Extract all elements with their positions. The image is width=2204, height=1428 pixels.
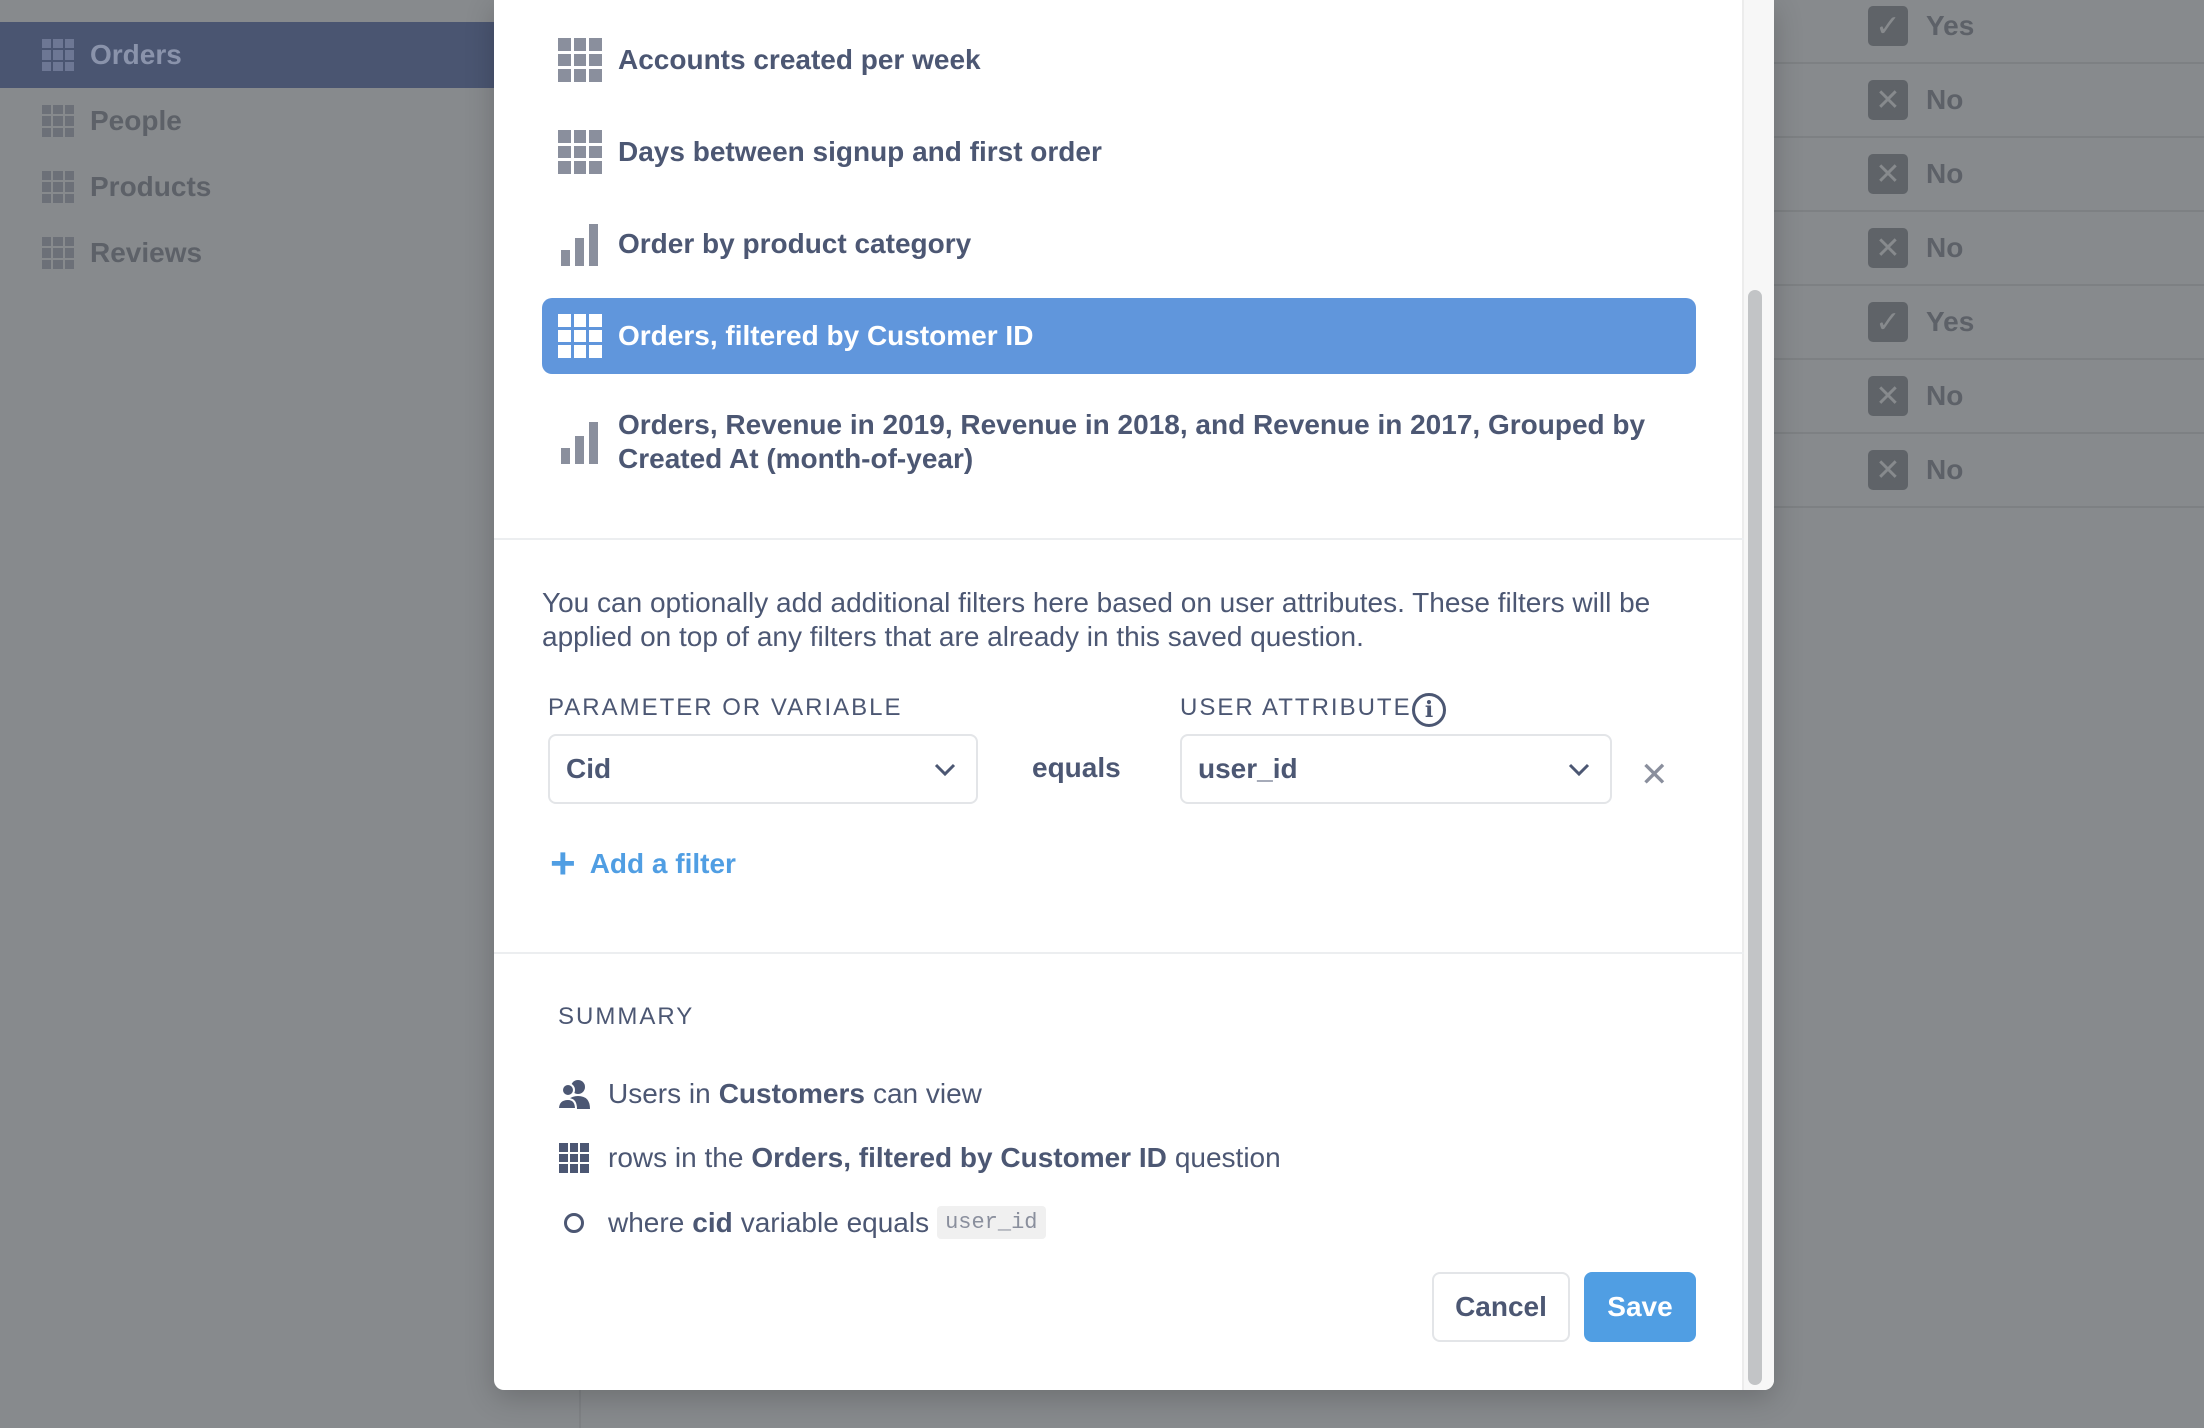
- table-icon: [42, 171, 74, 203]
- operator-label: equals: [1032, 752, 1121, 783]
- question-item-days-between[interactable]: Days between signup and first order: [542, 114, 1696, 190]
- summary-variable-name: cid: [692, 1206, 733, 1238]
- user-attribute-select[interactable]: user_id: [1180, 734, 1612, 804]
- sidebar-item-label: Products: [90, 171, 212, 202]
- table-row: ✓ Yes: [1774, 0, 2204, 64]
- question-label: Orders, filtered by Customer ID: [618, 320, 1034, 351]
- summary-question-name: Orders, filtered by Customer ID: [751, 1142, 1167, 1173]
- summary-attribute-code: user_id: [937, 1206, 1046, 1239]
- save-button[interactable]: Save: [1584, 1272, 1696, 1342]
- filters-description: You can optionally add additional filter…: [542, 587, 1651, 652]
- table-icon: [558, 1142, 590, 1174]
- divider: [494, 538, 1744, 540]
- summary-group-name: Customers: [718, 1078, 865, 1109]
- add-filter-button[interactable]: + Add a filter: [550, 839, 736, 888]
- summary-row-users: Users in Customers can view: [558, 1078, 982, 1110]
- plus-icon: +: [550, 839, 576, 888]
- row-value: No: [1926, 84, 1964, 115]
- divider: [494, 952, 1744, 954]
- summary-text: variable equals: [740, 1206, 930, 1238]
- table-icon: [42, 237, 74, 269]
- scrollbar-thumb[interactable]: [1748, 290, 1762, 1385]
- summary-text: can view: [872, 1078, 982, 1109]
- row-value: No: [1926, 380, 1964, 411]
- summary-text: Users in: [608, 1078, 711, 1109]
- summary-label: SUMMARY: [558, 1003, 695, 1030]
- sidebar-item-label: Reviews: [90, 237, 203, 268]
- bar-chart-icon: [558, 420, 602, 464]
- user-attribute-value: user_id: [1198, 753, 1298, 784]
- bar-chart-icon: [558, 222, 602, 266]
- question-label-line: Orders, Revenue in 2019, Revenue in 2018…: [618, 409, 1646, 440]
- x-mark-icon: ✕: [1868, 80, 1908, 120]
- chevron-down-icon: [934, 763, 956, 777]
- background-sidebar: Orders People Products Reviews: [0, 0, 494, 1428]
- row-value: Yes: [1926, 10, 1975, 41]
- table-row: ✕ No: [1774, 212, 2204, 286]
- table-icon: [42, 105, 74, 137]
- remove-filter-icon[interactable]: ✕: [1640, 758, 1669, 792]
- summary-row-question: rows in the Orders, filtered by Customer…: [558, 1142, 1281, 1174]
- sidebar-item-label: People: [90, 105, 182, 136]
- question-item-accounts-created[interactable]: Accounts created per week: [542, 22, 1696, 98]
- table-icon: [558, 38, 602, 82]
- user-attribute-label: USER ATTRIBUTE: [1180, 694, 1412, 721]
- add-filter-label: Add a filter: [589, 848, 736, 879]
- sidebar-item-people[interactable]: People: [0, 88, 494, 154]
- table-row: ✕ No: [1774, 360, 2204, 434]
- sandbox-modal: Accounts created per week Days between s…: [494, 0, 1774, 1390]
- question-label: Accounts created per week: [618, 44, 981, 75]
- checkmark-icon: ✓: [1868, 6, 1908, 46]
- question-label: Orders, Revenue in 2019, Revenue in 2018…: [618, 408, 1645, 476]
- table-row: ✕ No: [1774, 138, 2204, 212]
- row-value: No: [1926, 454, 1964, 485]
- sidebar-item-label: Orders: [90, 39, 182, 70]
- table-row: ✓ Yes: [1774, 286, 2204, 360]
- summary-text: where: [608, 1206, 685, 1238]
- parameter-label: PARAMETER OR VARIABLE: [548, 694, 903, 721]
- question-item-order-by-category[interactable]: Order by product category: [542, 206, 1696, 282]
- x-mark-icon: ✕: [1868, 450, 1908, 490]
- x-mark-icon: ✕: [1868, 154, 1908, 194]
- question-label: Order by product category: [618, 228, 972, 259]
- table-icon: [558, 130, 602, 174]
- table-row: ✕ No: [1774, 64, 2204, 138]
- question-item-orders-revenue[interactable]: Orders, Revenue in 2019, Revenue in 2018…: [542, 400, 1696, 484]
- row-value: Yes: [1926, 306, 1975, 337]
- summary-row-filter: where cid variable equals user_id: [558, 1206, 1046, 1239]
- parameter-select[interactable]: Cid: [548, 734, 978, 804]
- x-mark-icon: ✕: [1868, 376, 1908, 416]
- checkmark-icon: ✓: [1868, 302, 1908, 342]
- sidebar-item-orders[interactable]: Orders: [0, 22, 494, 88]
- table-icon: [558, 314, 602, 358]
- info-icon[interactable]: i: [1412, 693, 1446, 727]
- parameter-value: Cid: [566, 753, 612, 784]
- question-label-line: Created At (month-of-year): [618, 443, 974, 474]
- question-label: Days between signup and first order: [618, 136, 1102, 167]
- table-icon: [42, 39, 74, 71]
- summary-text: question: [1174, 1142, 1281, 1173]
- chevron-down-icon: [1568, 763, 1590, 777]
- circle-icon: [558, 1207, 590, 1239]
- people-icon: [558, 1078, 590, 1110]
- sidebar-item-reviews[interactable]: Reviews: [0, 220, 494, 286]
- row-value: No: [1926, 158, 1964, 189]
- cancel-button[interactable]: Cancel: [1432, 1272, 1570, 1342]
- table-row: ✕ No: [1774, 434, 2204, 508]
- sidebar-item-products[interactable]: Products: [0, 154, 494, 220]
- row-value: No: [1926, 232, 1964, 263]
- x-mark-icon: ✕: [1868, 228, 1908, 268]
- summary-text: rows in the: [608, 1142, 744, 1173]
- question-item-orders-filtered[interactable]: Orders, filtered by Customer ID: [542, 298, 1696, 374]
